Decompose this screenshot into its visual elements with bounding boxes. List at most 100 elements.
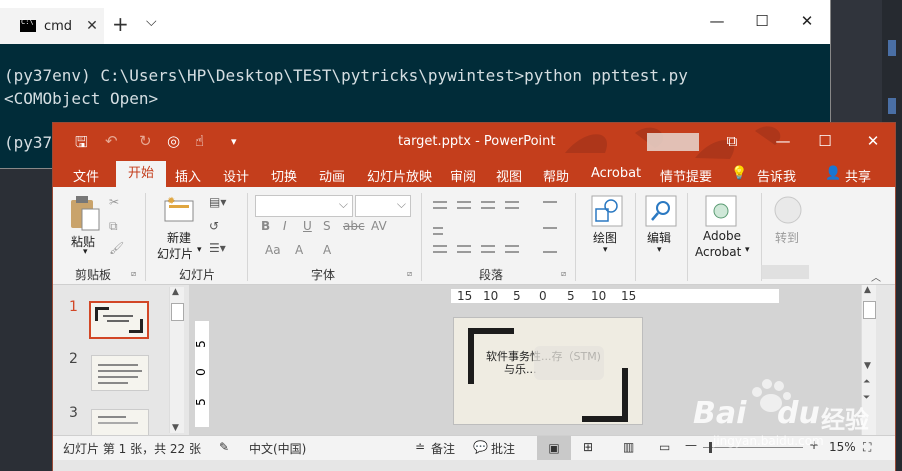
- close-tab-icon[interactable]: ✕: [86, 18, 98, 34]
- slide-thumbnail[interactable]: [91, 355, 149, 391]
- char-spacing-button[interactable]: AV: [371, 219, 387, 233]
- slide-thumbnail[interactable]: [89, 301, 149, 339]
- ribbon-display-options-icon[interactable]: ⧉: [722, 132, 742, 150]
- normal-view-button[interactable]: ▣: [537, 436, 571, 460]
- document-title: target.pptx - PowerPoint: [398, 134, 556, 149]
- adobe-label-2[interactable]: Acrobat: [695, 245, 741, 259]
- group-separator: [687, 193, 688, 281]
- ruler-tick: 5: [567, 289, 575, 303]
- goto-icon[interactable]: [773, 195, 803, 225]
- font-size-combo[interactable]: ⌵: [355, 195, 411, 217]
- close-button[interactable]: ✕: [863, 132, 883, 150]
- watermark-url: jingyan.baidu.com: [713, 434, 824, 448]
- share-button[interactable]: 共享: [845, 166, 871, 185]
- tab-view[interactable]: 视图: [496, 166, 522, 185]
- slide-thumbnail[interactable]: [91, 409, 149, 437]
- group-font-label: 字体: [311, 268, 336, 282]
- lightbulb-icon: 💡: [731, 166, 748, 181]
- chevron-down-icon[interactable]: ⌵: [146, 14, 157, 30]
- new-slide-icon[interactable]: ✹: [163, 195, 197, 223]
- new-slide-label-2[interactable]: 幻灯片: [157, 245, 193, 262]
- section-icon[interactable]: ☰▾: [209, 241, 226, 255]
- change-case-button[interactable]: Aa: [265, 243, 281, 257]
- new-slide-label-1[interactable]: 新建: [167, 229, 191, 246]
- chevron-down-icon[interactable]: ▾: [197, 245, 202, 255]
- dialog-launcher-icon[interactable]: ⧄: [561, 269, 566, 279]
- shadow-button[interactable]: S: [323, 219, 331, 233]
- close-button[interactable]: ✕: [797, 12, 817, 30]
- copy-icon[interactable]: ⧉: [109, 219, 118, 234]
- notes-button[interactable]: 备注: [431, 440, 455, 457]
- thumbnail-scrollbar[interactable]: ▲ ▼: [169, 287, 184, 433]
- cut-icon[interactable]: ✂: [109, 195, 119, 209]
- current-slide[interactable]: 软件事务性...存（STM) 与乐...: [453, 317, 643, 425]
- chevron-down-icon[interactable]: ▾: [745, 245, 750, 255]
- slide-sorter-button[interactable]: ⊞: [583, 440, 593, 454]
- search-icon[interactable]: [645, 195, 677, 227]
- comments-button[interactable]: 批注: [491, 440, 515, 457]
- vertical-ruler: 5 0 5: [193, 321, 209, 427]
- redo-icon[interactable]: ↻: [139, 132, 152, 150]
- maximize-button[interactable]: ☐: [815, 132, 835, 150]
- slideshow-icon[interactable]: ◎: [167, 132, 180, 150]
- watermark-brand: Bai: [693, 396, 747, 431]
- collapse-ribbon-icon[interactable]: ︿: [871, 269, 881, 284]
- language-status[interactable]: 中文(中国): [249, 440, 306, 457]
- cmd-tab[interactable]: cmd ✕: [0, 8, 104, 44]
- font-family-combo[interactable]: ⌵: [255, 195, 353, 217]
- dialog-launcher-icon[interactable]: ⧄: [407, 269, 412, 279]
- minimize-button[interactable]: —: [773, 132, 793, 150]
- terminal-icon: [20, 18, 36, 32]
- thumbnail-pane: 1 2 3 ▲ ▼: [53, 285, 184, 437]
- ruler-tick: 0: [193, 368, 208, 376]
- font-color-button[interactable]: A: [295, 243, 303, 257]
- slideshow-view-button[interactable]: ▭: [659, 440, 670, 454]
- save-icon[interactable]: 🖫: [75, 132, 88, 157]
- tab-transitions[interactable]: 切换: [271, 166, 297, 185]
- adobe-acrobat-icon[interactable]: [705, 195, 737, 227]
- layout-icon[interactable]: ▤▾: [209, 195, 226, 209]
- console-line: (py37: [4, 133, 53, 152]
- reading-view-button[interactable]: ▥: [623, 440, 634, 454]
- strikethrough-button[interactable]: abc: [343, 219, 365, 233]
- tab-help[interactable]: 帮助: [543, 166, 569, 185]
- notes-icon: ≐: [415, 440, 426, 454]
- format-painter-icon[interactable]: 🖌: [109, 241, 124, 255]
- tab-design[interactable]: 设计: [223, 166, 249, 185]
- dialog-launcher-icon[interactable]: ⧄: [131, 269, 136, 279]
- customize-toolbar-icon[interactable]: ▾: [231, 135, 237, 148]
- tab-slideshow[interactable]: 幻灯片放映: [367, 166, 432, 185]
- highlight-button[interactable]: A: [323, 243, 331, 257]
- shapes-icon[interactable]: [591, 195, 623, 227]
- tab-home[interactable]: 开始: [116, 161, 167, 187]
- clipboard-icon[interactable]: [69, 195, 101, 231]
- group-separator: [247, 193, 248, 281]
- drawing-button[interactable]: 绘图: [593, 229, 617, 246]
- ruler-tick: 15: [621, 289, 637, 303]
- minimize-button[interactable]: —: [707, 12, 727, 30]
- tab-file[interactable]: 文件: [73, 166, 99, 185]
- underline-button[interactable]: U: [303, 219, 312, 233]
- maximize-button[interactable]: ☐: [752, 12, 772, 30]
- chevron-down-icon[interactable]: ▾: [657, 245, 662, 255]
- tell-me-search[interactable]: 告诉我: [757, 166, 796, 185]
- italic-button[interactable]: I: [283, 219, 287, 233]
- editing-button[interactable]: 编辑: [647, 229, 671, 246]
- tab-storyboard[interactable]: 情节提要: [660, 166, 712, 185]
- touch-mode-icon[interactable]: ☝: [195, 132, 204, 150]
- undo-icon[interactable]: ↶: [105, 132, 118, 150]
- tab-acrobat[interactable]: Acrobat: [591, 166, 641, 181]
- chevron-down-icon[interactable]: ▾: [603, 245, 608, 255]
- tab-animations[interactable]: 动画: [319, 166, 345, 185]
- ruler-tick: 10: [591, 289, 607, 303]
- desktop-marker: [888, 40, 896, 56]
- new-tab-button[interactable]: +: [112, 12, 129, 36]
- reset-icon[interactable]: ↺: [209, 219, 219, 233]
- bold-button[interactable]: B: [261, 219, 270, 233]
- tab-review[interactable]: 审阅: [450, 166, 476, 185]
- chevron-down-icon[interactable]: ▾: [83, 247, 88, 257]
- goto-button[interactable]: 转到: [775, 229, 799, 246]
- spellcheck-icon[interactable]: ✎: [219, 440, 229, 454]
- tab-insert[interactable]: 插入: [175, 166, 201, 185]
- adobe-label-1[interactable]: Adobe: [703, 229, 741, 243]
